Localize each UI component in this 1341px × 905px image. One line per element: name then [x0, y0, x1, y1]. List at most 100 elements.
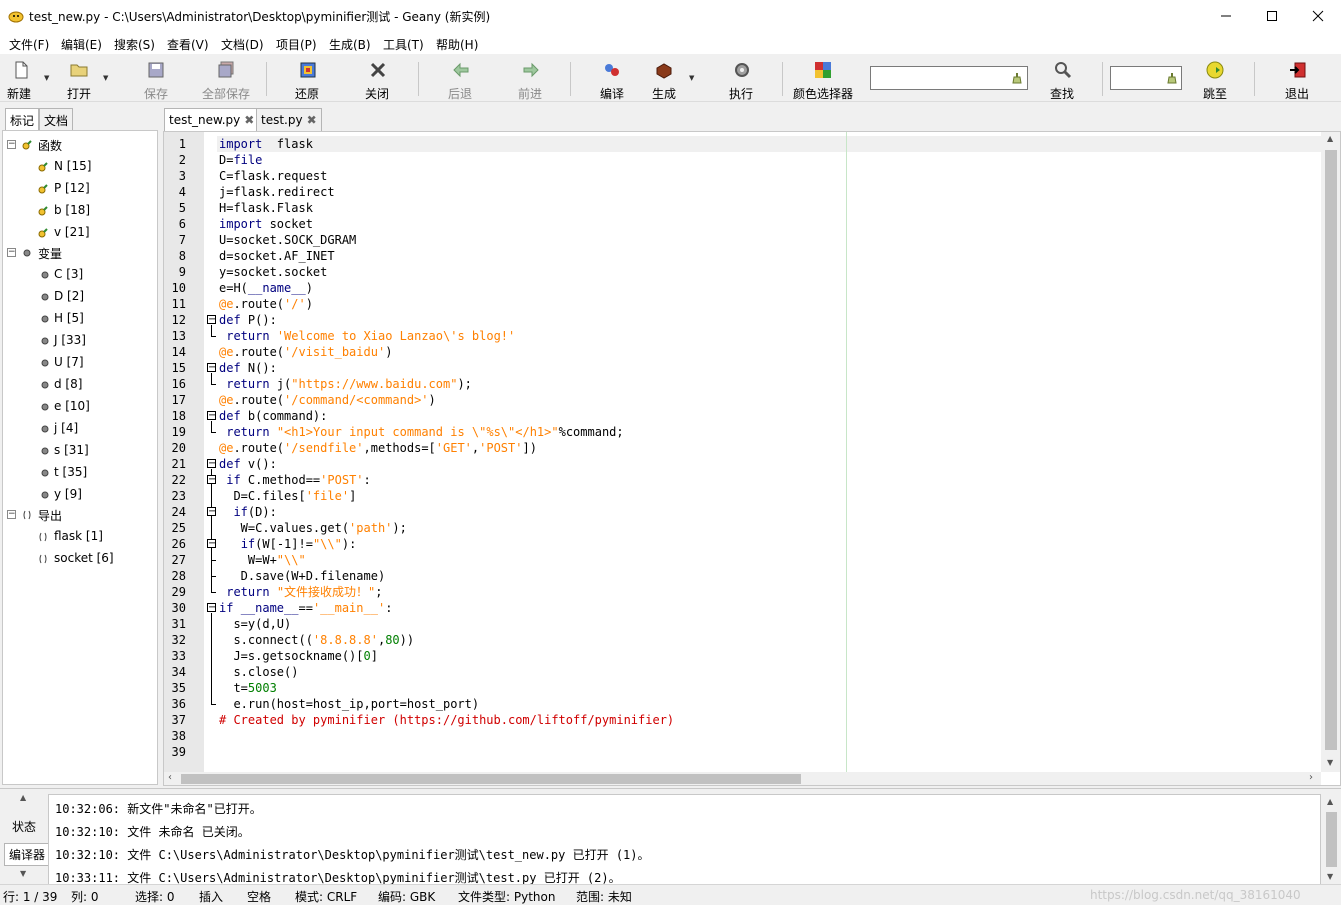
code-line[interactable]: if(W[-1]!="\\"):: [219, 536, 357, 552]
fold-toggle[interactable]: −: [207, 539, 216, 549]
back-button[interactable]: 后退: [445, 58, 485, 101]
code-line[interactable]: @e.route('/visit_baidu'): [219, 344, 392, 360]
tab-compiler[interactable]: 编译器: [4, 843, 51, 866]
save-all-button[interactable]: 全部保存: [200, 58, 256, 101]
goto-line-input[interactable]: [1110, 66, 1182, 90]
tabs-scroll-down-icon[interactable]: ▼: [20, 869, 26, 878]
symbol-item[interactable]: C [3]: [54, 267, 83, 281]
menu-file[interactable]: 文件(F): [9, 36, 49, 53]
symbol-item[interactable]: j [4]: [54, 421, 78, 435]
symbol-item[interactable]: d [8]: [54, 377, 82, 391]
code-line[interactable]: s.close(): [219, 664, 298, 680]
group-label-functions[interactable]: 函数: [38, 137, 62, 154]
code-line[interactable]: @e.route('/'): [219, 296, 313, 312]
tabs-scroll-up-icon[interactable]: ▲: [20, 793, 26, 802]
fold-toggle[interactable]: −: [207, 315, 216, 325]
symbol-item[interactable]: D [2]: [54, 289, 84, 303]
code-line[interactable]: def v():: [219, 456, 277, 472]
code-line[interactable]: s=y(d,U): [219, 616, 291, 632]
list-item[interactable]: 10:32:10: 文件 C:\Users\Administrator\Desk…: [55, 846, 650, 863]
clear-goto-icon[interactable]: [1165, 71, 1179, 85]
search-input[interactable]: [870, 66, 1028, 90]
maximize-button[interactable]: [1249, 0, 1295, 32]
code-area[interactable]: import flask D=file C=flask.request j=flask…: [217, 132, 1321, 772]
color-picker-button[interactable]: 颜色选择器: [792, 58, 856, 101]
code-line[interactable]: t=5003: [219, 680, 276, 696]
menu-document[interactable]: 文档(D): [221, 36, 264, 53]
code-line[interactable]: if __name__=='__main__':: [219, 600, 392, 616]
tab-documents[interactable]: 文档: [39, 108, 74, 130]
code-line[interactable]: # Created by pyminifier (https://github.…: [219, 712, 674, 728]
tab-test-py[interactable]: test.py ✖: [256, 108, 322, 132]
symbol-item[interactable]: t [35]: [54, 465, 87, 479]
code-line[interactable]: U=socket.SOCK_DGRAM: [219, 232, 356, 248]
list-item[interactable]: 10:32:06: 新文件"未命名"已打开。: [55, 800, 262, 817]
code-line[interactable]: import socket: [219, 216, 313, 232]
symbol-item[interactable]: H [5]: [54, 311, 84, 325]
code-line[interactable]: if C.method=='POST':: [219, 472, 371, 488]
symbol-item[interactable]: flask [1]: [54, 529, 103, 543]
menu-edit[interactable]: 编辑(E): [61, 36, 102, 53]
code-line[interactable]: H=flask.Flask: [219, 200, 313, 216]
build-dropdown-arrow-icon[interactable]: ▼: [689, 74, 694, 82]
code-line[interactable]: e.run(host=host_ip,port=host_port): [219, 696, 479, 712]
vertical-scroll-thumb[interactable]: [1325, 150, 1337, 750]
code-editor[interactable]: 1 2 3 4 5 6 7 8 9 10 11 12 13 14 15 16 17 18 19 20 21 22 23 24 2…: [163, 131, 1341, 786]
code-line[interactable]: import flask: [219, 136, 313, 152]
code-line[interactable]: @e.route('/sendfile',methods=['GET','POS…: [219, 440, 537, 456]
scroll-up-icon[interactable]: ▲: [1327, 134, 1333, 143]
compile-button[interactable]: 编译: [597, 58, 637, 101]
symbol-item[interactable]: P [12]: [54, 181, 90, 195]
code-line[interactable]: def N():: [219, 360, 277, 376]
collapse-functions-toggle[interactable]: −: [7, 140, 16, 149]
code-line[interactable]: D=file: [219, 152, 262, 168]
fold-toggle[interactable]: −: [207, 411, 216, 421]
code-line[interactable]: W=W+"\\": [219, 552, 306, 568]
code-line[interactable]: @e.route('/command/<command>'): [219, 392, 436, 408]
close-tab-icon[interactable]: ✖: [244, 113, 254, 127]
close-tab-icon[interactable]: ✖: [307, 113, 317, 127]
fold-toggle[interactable]: −: [207, 363, 216, 373]
message-scrollbar[interactable]: ▲ ▼: [1322, 794, 1341, 885]
goto-button[interactable]: 跳至: [1200, 58, 1236, 101]
collapse-variables-toggle[interactable]: −: [7, 248, 16, 257]
fold-toggle[interactable]: −: [207, 459, 216, 469]
close-window-button[interactable]: [1295, 0, 1341, 32]
menu-search[interactable]: 搜索(S): [114, 36, 155, 53]
code-line[interactable]: s.connect(('8.8.8.8',80)): [219, 632, 414, 648]
symbol-item[interactable]: y [9]: [54, 487, 82, 501]
forward-button[interactable]: 前进: [515, 58, 555, 101]
horizontal-scrollbar[interactable]: ‹ ›: [164, 772, 1321, 785]
code-line[interactable]: e=H(__name__): [219, 280, 313, 296]
scroll-down-icon[interactable]: ▼: [1327, 872, 1333, 881]
close-file-button[interactable]: 关闭: [360, 58, 400, 101]
new-dropdown-arrow-icon[interactable]: ▼: [44, 74, 49, 82]
tab-symbols[interactable]: 标记: [5, 108, 40, 130]
menu-project[interactable]: 项目(P): [276, 36, 317, 53]
build-button[interactable]: 生成: [650, 58, 690, 101]
fold-toggle[interactable]: −: [207, 603, 216, 613]
code-line[interactable]: def b(command):: [219, 408, 327, 424]
menu-build[interactable]: 生成(B): [329, 36, 371, 53]
code-line[interactable]: C=flask.request: [219, 168, 327, 184]
message-scroll-thumb[interactable]: [1326, 812, 1337, 867]
symbol-item[interactable]: e [10]: [54, 399, 90, 413]
open-dropdown-arrow-icon[interactable]: ▼: [103, 74, 108, 82]
menu-help[interactable]: 帮助(H): [436, 36, 478, 53]
new-button[interactable]: 新建: [6, 58, 46, 101]
code-line[interactable]: return "<h1>Your input command is \"%s\"…: [219, 424, 623, 440]
list-item[interactable]: 10:32:10: 文件 未命名 已关闭。: [55, 823, 250, 840]
group-label-variables[interactable]: 变量: [38, 245, 62, 262]
symbol-item[interactable]: v [21]: [54, 225, 90, 239]
code-line[interactable]: def P():: [219, 312, 277, 328]
menu-view[interactable]: 查看(V): [167, 36, 209, 53]
code-line[interactable]: D.save(W+D.filename): [219, 568, 386, 584]
fold-toggle[interactable]: −: [207, 475, 216, 485]
symbol-item[interactable]: U [7]: [54, 355, 84, 369]
menu-tools[interactable]: 工具(T): [383, 36, 424, 53]
quit-button[interactable]: 退出: [1282, 58, 1318, 101]
find-button[interactable]: 查找: [1048, 58, 1084, 101]
open-button[interactable]: 打开: [64, 58, 104, 101]
code-line[interactable]: return j("https://www.baidu.com");: [219, 376, 472, 392]
group-label-exports[interactable]: 导出: [38, 507, 62, 524]
